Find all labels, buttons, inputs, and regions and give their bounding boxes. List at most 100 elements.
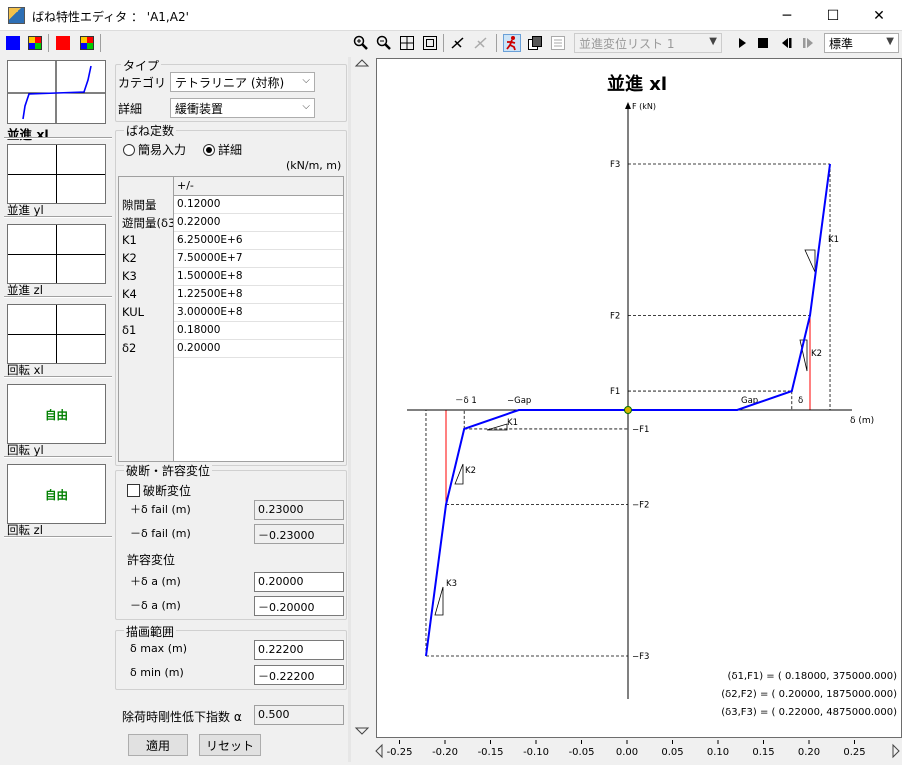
slope-triangle — [805, 250, 815, 272]
allow-minus-field[interactable]: －0.20000 — [254, 596, 344, 616]
x-tick-label: -0.15 — [478, 747, 504, 758]
apply-button[interactable]: 適用 — [128, 734, 188, 756]
chart-svg: 並進 xl F (kN)δ (m) F3F2F1−F1−F2−F3K1K2K1K… — [377, 59, 901, 737]
zoom-out-icon[interactable] — [375, 34, 393, 52]
radio-selected-icon — [203, 144, 215, 156]
fail-plus-label: ＋δ fail (m) — [130, 501, 191, 517]
allow-plus-field[interactable]: 0.20000 — [254, 572, 344, 592]
x-tick-label: 0.20 — [798, 747, 820, 758]
table-row[interactable]: K16.25000E+6 — [119, 232, 343, 250]
x-tick-label: 0.25 — [843, 747, 865, 758]
point-readout: (δ3,F3) = ( 0.22000, 4875000.000) — [721, 707, 897, 718]
red-square-icon[interactable] — [54, 34, 72, 52]
blue-square-icon[interactable] — [4, 34, 22, 52]
stop-icon[interactable] — [754, 34, 772, 52]
thumbnail-translation-yl[interactable] — [7, 144, 106, 204]
table-row[interactable]: K27.50000E+7 — [119, 250, 343, 268]
x-tick-label: -0.20 — [432, 747, 458, 758]
table-row[interactable]: 隙間量0.12000 — [119, 196, 343, 214]
detail-label: 詳細 — [118, 100, 142, 117]
play-icon[interactable] — [733, 34, 751, 52]
y-mark-label: F2 — [610, 311, 620, 321]
delta-max-label: δ max (m) — [130, 642, 187, 655]
runner-icon[interactable] — [503, 34, 521, 52]
table-row[interactable]: 遊間量(δ3)0.22000 — [119, 214, 343, 232]
curve-annotation: −Gap — [507, 396, 531, 406]
title-bar: ばね特性エディタ ： 'A1,A2' ─ ☐ ✕ — [0, 0, 902, 31]
maximize-button[interactable]: ☐ — [810, 0, 856, 31]
table-row[interactable]: KUL3.00000E+8 — [119, 304, 343, 322]
thumbnail-rotation-xl[interactable] — [7, 304, 106, 364]
tool-b-icon[interactable] — [472, 34, 490, 52]
copy-icon[interactable] — [526, 34, 544, 52]
table-row[interactable]: δ10.18000 — [119, 322, 343, 340]
minimize-button[interactable]: ─ — [764, 0, 810, 31]
reset-button[interactable]: リセット — [199, 734, 261, 756]
point-readout: (δ2,F2) = ( 0.20000, 1875000.000) — [721, 689, 897, 700]
thumbnail-rotation-zl[interactable]: 自由 — [7, 464, 106, 524]
chevron-down-icon: ▼ — [709, 36, 717, 47]
spring-chart[interactable]: 並進 xl F (kN)δ (m) F3F2F1−F1−F2−F3K1K2K1K… — [376, 58, 902, 738]
vertical-scrollbar[interactable] — [351, 57, 373, 762]
detail-select[interactable]: 緩衝装置⌵ — [170, 98, 315, 118]
table-row[interactable]: K31.50000E+8 — [119, 268, 343, 286]
table-row-header-filler — [119, 358, 174, 461]
checkbox-icon — [127, 484, 140, 497]
category-select[interactable]: テトラリニア (対称)⌵ — [170, 72, 315, 92]
curve-annotation: K2 — [811, 349, 822, 359]
curve-annotation: K2 — [465, 466, 476, 476]
color-grid-icon[interactable] — [78, 34, 96, 52]
break-checkbox[interactable]: 破断変位 — [127, 482, 191, 499]
y-mark-label: −F2 — [632, 501, 649, 511]
horizontal-scrollbar[interactable]: -0.25-0.20-0.15-0.10-0.050.000.050.100.1… — [373, 740, 902, 762]
curve-annotation: K1 — [507, 418, 518, 428]
spring-parameter-table[interactable]: +/- 隙間量0.12000 遊間量(δ3)0.22000 K16.25000E… — [118, 176, 344, 462]
close-button[interactable]: ✕ — [856, 0, 902, 31]
y-mark-label: −F1 — [632, 425, 649, 435]
table-header-cell: +/- — [177, 179, 194, 192]
x-tick-label: 0.10 — [707, 747, 729, 758]
tool-a-icon[interactable] — [449, 34, 467, 52]
displacement-list-select[interactable]: 並進変位リスト 1▼ — [574, 33, 722, 53]
y-mark-label: −F3 — [632, 652, 649, 662]
fail-minus-label: －δ fail (m) — [130, 525, 191, 541]
curve-annotation: －δ 1 — [455, 396, 477, 406]
radio-detail[interactable]: 詳細 — [203, 141, 242, 158]
color-grid-icon[interactable] — [26, 34, 44, 52]
x-tick-label: -0.10 — [523, 747, 549, 758]
alpha-field[interactable]: 0.500 — [254, 705, 344, 725]
allow-plus-label: ＋δ a (m) — [130, 573, 181, 589]
x-tick-label: -0.25 — [387, 747, 413, 758]
list-icon[interactable] — [549, 34, 567, 52]
x-axis-scale: -0.25-0.20-0.15-0.10-0.050.000.050.100.1… — [373, 740, 902, 762]
fail-plus-field[interactable]: 0.23000 — [254, 500, 344, 520]
delta-min-field[interactable]: －0.22200 — [254, 665, 344, 685]
table-row[interactable]: δ20.20000 — [119, 340, 343, 358]
spring-group-title: ばね定数 — [124, 122, 176, 139]
delta-min-label: δ min (m) — [130, 666, 184, 679]
view-mode-select[interactable]: 標準▼ — [824, 33, 899, 53]
radio-simple[interactable]: 簡易入力 — [123, 141, 186, 158]
free-label: 自由 — [8, 487, 105, 503]
free-label: 自由 — [8, 407, 105, 423]
delta-max-field[interactable]: 0.22200 — [254, 640, 344, 660]
x-tick-label: 0.05 — [661, 747, 683, 758]
frame-icon[interactable] — [421, 34, 439, 52]
slope-triangle — [435, 587, 443, 615]
step-forward-icon[interactable] — [800, 34, 818, 52]
fail-minus-field[interactable]: －0.23000 — [254, 524, 344, 544]
draw-group-title: 描画範囲 — [124, 623, 176, 640]
table-row[interactable]: K41.22500E+8 — [119, 286, 343, 304]
thumbnail-label: 並進 xl — [7, 124, 49, 143]
y-axis-label: F (kN) — [632, 102, 656, 111]
thumbnail-translation-xl[interactable] — [7, 60, 106, 124]
chevron-down-icon: ⌵ — [302, 101, 310, 112]
fit-icon[interactable] — [398, 34, 416, 52]
window-title: ばね特性エディタ ： 'A1,A2' — [32, 8, 189, 25]
y-axis-arrow — [625, 102, 631, 109]
step-back-icon[interactable] — [777, 34, 795, 52]
zoom-in-icon[interactable] — [352, 34, 370, 52]
thumbnail-rotation-yl[interactable]: 自由 — [7, 384, 106, 444]
x-tick-label: 0.15 — [752, 747, 774, 758]
thumbnail-translation-zl[interactable] — [7, 224, 106, 284]
